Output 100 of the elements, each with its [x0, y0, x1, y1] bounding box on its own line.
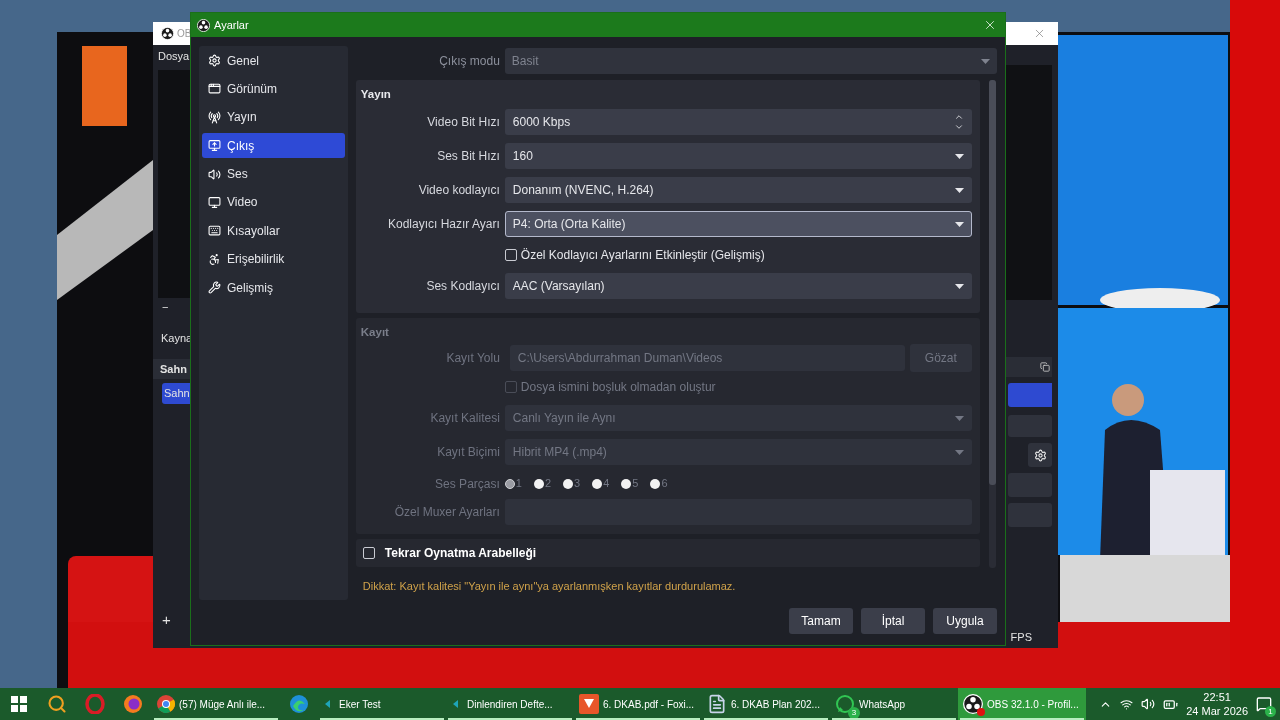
warning-text: Dikkat: Kayıt kalitesi "Yayın ile aynı"ya ayarlanmışken kayıtlar durdurulamaz.: [361, 579, 737, 594]
track-number: 4: [603, 476, 610, 492]
sidebar-item[interactable]: Erişebilirlik: [202, 246, 345, 272]
field-label: Çıkış modu: [438, 53, 501, 70]
taskbar-button[interactable]: Eker Test: [318, 688, 446, 720]
dialog-button[interactable]: Tamam: [789, 608, 853, 634]
taskbar-button[interactable]: OBS 32.1.0 - Profil...: [958, 688, 1086, 720]
checkbox-label: Özel Kodlayıcı Ayarlarını Etkinleştir (Gelişmiş): [520, 247, 765, 264]
field-label: Ses Kodlayıcı: [425, 278, 501, 295]
checkbox-label: Dosya ismini boşluk olmadan oluştur: [520, 379, 716, 396]
field-label: Video Bit Hızı: [426, 113, 501, 131]
sidebar-item[interactable]: Çıkış: [202, 133, 345, 159]
keyboard-icon: [208, 224, 221, 238]
group-title: Tekrar Oynatma Arabelleği: [384, 545, 537, 562]
collapsible-group[interactable]: Tekrar Oynatma Arabelleği: [355, 539, 980, 567]
track-number: 5: [632, 476, 639, 492]
antenna-icon: [208, 110, 221, 124]
search-icon: [47, 694, 67, 714]
spin-box[interactable]: 6000 Kbps: [504, 108, 972, 135]
dock-header: Sahn: [153, 359, 190, 379]
zoom-minus[interactable]: −: [153, 298, 190, 316]
speaker-icon: [208, 167, 221, 181]
notification-icon[interactable]: [1256, 696, 1272, 712]
fps-label: FPS: [1010, 630, 1033, 644]
sidebar-item[interactable]: Ses: [202, 161, 345, 187]
logo-icon: [161, 27, 174, 40]
field-label: Özel Muxer Ayarları: [393, 504, 501, 521]
clock[interactable]: 22:51 24 Mar 2026: [1186, 690, 1248, 718]
taskbar-button[interactable]: 6. DKAB.pdf - Foxi...: [574, 688, 702, 720]
wifi-icon[interactable]: [1120, 697, 1134, 711]
taskbar-label: Dinlendiren Defte...: [467, 697, 553, 712]
track-number: 2: [544, 476, 552, 492]
dropdown[interactable]: 160: [504, 143, 972, 169]
close-icon[interactable]: [983, 18, 997, 32]
dropdown[interactable]: Donanım (NVENC, H.264): [504, 177, 972, 203]
add-button[interactable]: +: [153, 610, 190, 630]
gear-icon: [208, 54, 221, 67]
field-label: Ses Bit Hızı: [436, 148, 501, 165]
ring-icon: [85, 694, 105, 714]
field-label: Ses Parçası: [434, 475, 501, 493]
group-title: Yayın: [360, 86, 391, 102]
sidebar-item[interactable]: Görünüm: [202, 76, 345, 102]
field-label: Video kodlayıcı: [417, 182, 501, 199]
caret-icon: [981, 58, 990, 64]
caret-icon: [954, 415, 964, 421]
taskbar-label: Eker Test: [339, 697, 381, 712]
sidebar-item[interactable]: Kısayollar: [202, 218, 345, 244]
sidebar-item[interactable]: Yayın: [202, 104, 345, 130]
scene-item[interactable]: Sahn: [162, 383, 190, 404]
scrollbar[interactable]: [988, 80, 996, 568]
screen-share-icon: [208, 139, 221, 153]
sidebar-item[interactable]: Video: [202, 189, 345, 215]
dialog-button[interactable]: İptal: [861, 608, 925, 634]
group-title: Kayıt: [360, 324, 389, 340]
dialog-title: Ayarlar: [214, 17, 249, 33]
sidebar-item[interactable]: Genel: [202, 48, 345, 73]
volume-icon[interactable]: [1141, 697, 1156, 711]
browser-icon: [157, 695, 175, 713]
taskbar-label: (57) Müge Anlı ile...: [179, 697, 266, 712]
taskbar-button[interactable]: 3 WhatsApp: [830, 688, 958, 720]
taskbar-label: 6. DKAB Plan 202...: [731, 697, 820, 712]
taskbar-label: OBS 32.1.0 - Profil...: [987, 697, 1079, 712]
document-icon: [707, 694, 727, 714]
caret-icon: [954, 153, 964, 159]
taskbar-button[interactable]: (57) Müge Anlı ile...: [152, 688, 280, 720]
field-label: Kayıt Yolu: [445, 349, 501, 367]
caret-icon: [954, 283, 964, 289]
sidebar-item[interactable]: Gelişmiş: [202, 275, 345, 301]
badge: 3: [848, 707, 860, 719]
dialog-button[interactable]: Uygula: [933, 608, 997, 634]
scrollbar-thumb[interactable]: [988, 80, 996, 485]
taskbar-label: WhatsApp: [859, 697, 906, 712]
dropdown[interactable]: AAC (Varsayılan): [504, 273, 972, 299]
menu-item[interactable]: Dosya: [153, 45, 190, 67]
tools-icon: [208, 281, 221, 295]
logo-icon: [197, 18, 210, 32]
chat-icon: [835, 694, 855, 714]
track-number: 1: [515, 476, 522, 492]
windows-icon: [11, 696, 27, 712]
taskbar-button[interactable]: Dinlendiren Defte...: [446, 688, 574, 720]
field-label: Kayıt Biçimi: [436, 444, 501, 461]
caret-icon: [954, 221, 964, 227]
settings-icon: [1033, 448, 1047, 462]
settings-button[interactable]: [1028, 443, 1052, 467]
badge: 1: [1265, 706, 1276, 717]
logo-icon: [963, 694, 983, 714]
track-number: 6: [661, 476, 668, 492]
caret-icon: [954, 449, 964, 455]
pdf-reader-icon: [579, 694, 599, 714]
accessibility-icon: [208, 252, 221, 266]
field-label: Kayıt Kalitesi: [429, 410, 501, 427]
track-number: 3: [574, 476, 581, 492]
dropdown[interactable]: P4: Orta (Orta Kalite): [504, 211, 972, 237]
float-icon[interactable]: [1040, 362, 1050, 372]
taskbar-label: 6. DKAB.pdf - Foxi...: [603, 697, 695, 712]
fox-icon: [123, 694, 143, 714]
field-label: Kodlayıcı Hazır Ayarı: [387, 216, 501, 233]
caret-icon: [954, 187, 964, 193]
taskbar-button[interactable]: 6. DKAB Plan 202...: [702, 688, 830, 720]
wave-icon: [289, 694, 309, 714]
